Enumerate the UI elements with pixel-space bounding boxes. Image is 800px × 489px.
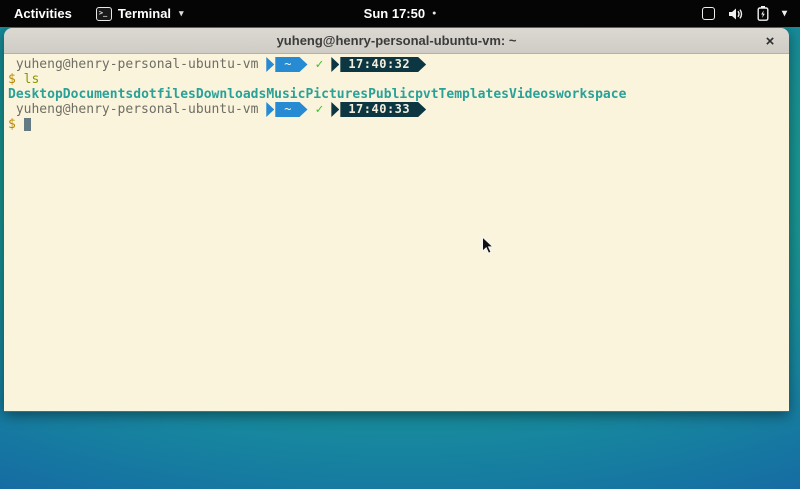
notification-dot-icon: ● xyxy=(432,10,436,17)
activities-label: Activities xyxy=(14,6,72,21)
powerline-arrow-icon xyxy=(266,57,274,72)
ls-output: Desktop Documents dotfiles Downloads Mus… xyxy=(8,87,785,102)
close-button[interactable]: × xyxy=(760,31,780,51)
command-line: $ ls xyxy=(8,72,785,87)
powerline-prompt: ~ ✓ 17:40:33 xyxy=(266,102,426,117)
directory-name: Templates xyxy=(439,87,509,102)
powerline-arrow-icon xyxy=(266,102,274,117)
shell-prompt-symbol: $ xyxy=(8,117,16,132)
app-menu-label: Terminal xyxy=(118,6,171,21)
terminal-app-icon: >_ xyxy=(96,7,112,21)
app-menu-terminal[interactable]: >_ Terminal ▾ xyxy=(86,0,194,27)
prompt-cwd-segment: ~ xyxy=(275,102,307,117)
powerline-arrow-icon xyxy=(331,102,339,117)
directory-name: Downloads xyxy=(196,87,266,102)
powerline-prompt: ~ ✓ 17:40:32 xyxy=(266,57,426,72)
command-line: $ xyxy=(8,117,785,132)
directory-name: Music xyxy=(266,87,305,102)
system-tray-menu[interactable]: ▾ xyxy=(689,0,800,27)
window-titlebar[interactable]: yuheng@henry-personal-ubuntu-vm: ~ × xyxy=(4,28,789,54)
prompt-line: yuheng@henry-personal-ubuntu-vm ~ ✓ 17:4… xyxy=(8,102,785,117)
desktop-wallpaper[interactable]: yuheng@henry-personal-ubuntu-vm: ~ × yuh… xyxy=(0,27,800,489)
prompt-user-host: yuheng@henry-personal-ubuntu-vm xyxy=(8,102,258,117)
prompt-cwd-segment: ~ xyxy=(275,57,307,72)
directory-name: Desktop xyxy=(8,87,63,102)
activities-button[interactable]: Activities xyxy=(0,0,86,27)
terminal-window: yuheng@henry-personal-ubuntu-vm: ~ × yuh… xyxy=(4,28,789,412)
display-icon xyxy=(702,7,715,20)
terminal-screen[interactable]: yuheng@henry-personal-ubuntu-vm ~ ✓ 17:4… xyxy=(4,54,789,411)
directory-name: Documents xyxy=(63,87,133,102)
status-check-icon: ✓ xyxy=(316,102,324,117)
chevron-down-icon: ▾ xyxy=(782,8,787,19)
directory-name: workspace xyxy=(556,87,626,102)
powerline-arrow-icon xyxy=(331,57,339,72)
command-text: ls xyxy=(24,72,40,87)
volume-icon xyxy=(728,7,744,21)
clock-label: Sun 17:50 xyxy=(364,6,425,21)
battery-charging-icon xyxy=(757,6,769,21)
directory-name: pvt xyxy=(415,87,438,102)
prompt-time-segment: 17:40:32 xyxy=(340,57,426,72)
top-bar: Activities >_ Terminal ▾ Sun 17:50 ● ▾ xyxy=(0,0,800,27)
prompt-line: yuheng@henry-personal-ubuntu-vm ~ ✓ 17:4… xyxy=(8,57,785,72)
directory-name: dotfiles xyxy=(133,87,196,102)
shell-prompt-symbol: $ xyxy=(8,72,16,87)
status-check-icon: ✓ xyxy=(316,57,324,72)
directory-name: Public xyxy=(368,87,415,102)
terminal-cursor xyxy=(24,118,31,131)
directory-name: Videos xyxy=(509,87,556,102)
prompt-user-host: yuheng@henry-personal-ubuntu-vm xyxy=(8,57,258,72)
clock-button[interactable]: Sun 17:50 ● xyxy=(364,0,437,27)
chevron-down-icon: ▾ xyxy=(179,8,184,19)
window-title: yuheng@henry-personal-ubuntu-vm: ~ xyxy=(277,33,517,48)
directory-name: Pictures xyxy=(305,87,368,102)
prompt-time-segment: 17:40:33 xyxy=(340,102,426,117)
